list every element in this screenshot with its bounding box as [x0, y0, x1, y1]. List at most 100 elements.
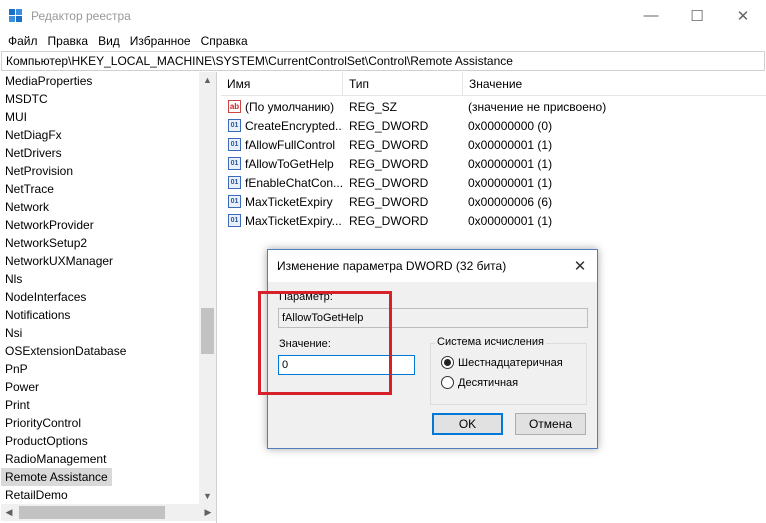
minimize-button[interactable]: — — [628, 0, 674, 31]
tree-item-label: NetworkSetup2 — [5, 236, 88, 250]
tree-item-label: NetworkUXManager — [5, 254, 114, 268]
column-data-header[interactable]: Значение — [463, 72, 753, 96]
tree-item-label: NetworkProvider — [5, 218, 94, 232]
base-groupbox: Система исчисления Шестнадцатеричная Дес… — [430, 336, 587, 405]
column-type-header[interactable]: Тип — [343, 71, 463, 96]
radio-checked-icon[interactable] — [441, 356, 454, 369]
minimize-icon: — — [643, 7, 659, 24]
tree-vertical-scroll-thumb[interactable] — [201, 308, 214, 354]
close-icon: ✕ — [736, 7, 750, 25]
binary-value-icon: 01 — [228, 119, 241, 132]
menu-favorites[interactable]: Избранное — [125, 34, 196, 48]
tree-item-label: Nls — [5, 272, 23, 286]
tree-horizontal-scroll-thumb[interactable] — [19, 506, 165, 519]
tree-item[interactable]: Remote Assistance — [1, 468, 199, 486]
value-row[interactable]: 01 fAllowToGetHelp REG_DWORD 0x00000001 (1) — [221, 154, 766, 173]
tree-item[interactable]: Nsi — [1, 324, 199, 342]
tree-item[interactable]: NetProvision — [1, 162, 199, 180]
value-data-cell: (значение не присвоено) — [468, 99, 607, 114]
value-name-cell: 01 MaxTicketExpiry — [221, 195, 343, 209]
value-name-cell: 01 fAllowToGetHelp — [221, 157, 343, 171]
cancel-button[interactable]: Отмена — [515, 413, 586, 435]
maximize-button[interactable]: ☐ — [674, 0, 720, 31]
value-name: (По умолчанию) — [245, 99, 335, 114]
binary-value-icon: 01 — [228, 214, 241, 227]
tree-item[interactable]: NetDrivers — [1, 144, 199, 162]
tree-item[interactable]: PriorityControl — [1, 414, 199, 432]
value-name-cell: 01 fAllowFullControl — [221, 138, 343, 152]
tree-vertical-scrollbar[interactable]: ▲ ▼ — [199, 72, 216, 504]
scroll-left-icon[interactable]: ◀ — [1, 504, 17, 521]
address-bar[interactable]: Компьютер\HKEY_LOCAL_MACHINE\SYSTEM\Curr… — [1, 51, 765, 71]
radio-decimal[interactable]: Десятичная — [441, 376, 518, 389]
menu-view[interactable]: Вид — [93, 34, 125, 48]
tree-item[interactable]: NodeInterfaces — [1, 288, 199, 306]
value-name: MaxTicketExpiry... — [245, 213, 342, 228]
tree-horizontal-scrollbar[interactable]: ◀ ▶ — [1, 504, 216, 521]
binary-value-icon: 01 — [228, 195, 241, 208]
radio-hexadecimal[interactable]: Шестнадцатеричная — [441, 356, 563, 369]
value-data-cell: 0x00000001 (1) — [468, 156, 553, 171]
tree-item[interactable]: RadioManagement — [1, 450, 199, 468]
menu-file[interactable]: Файл — [3, 34, 43, 48]
tree-item-label: NetDiagFx — [5, 128, 62, 142]
value-row[interactable]: 01 CreateEncrypted... REG_DWORD 0x00000000 … — [221, 116, 766, 135]
scroll-right-icon[interactable]: ▶ — [200, 504, 216, 521]
tree-item[interactable]: Nls — [1, 270, 199, 288]
tree-item-label: Print — [5, 398, 30, 412]
ok-button[interactable]: OK — [432, 413, 503, 435]
tree-item[interactable]: Notifications — [1, 306, 199, 324]
value-type-cell: REG_DWORD — [349, 175, 429, 190]
tree-item-label: PnP — [5, 362, 28, 376]
value-row[interactable]: 01 fAllowFullControl REG_DWORD 0x00000001 (… — [221, 135, 766, 154]
tree-item-label: NetTrace — [5, 182, 54, 196]
tree-item[interactable]: RetailDemo — [1, 486, 199, 504]
value-data-cell: 0x00000001 (1) — [468, 175, 553, 190]
scroll-up-icon[interactable]: ▲ — [199, 72, 216, 88]
tree-item[interactable]: MSDTC — [1, 90, 199, 108]
column-name-header[interactable]: Имя — [221, 71, 343, 96]
tree-item-label: Network — [5, 200, 50, 214]
value-name-cell: 01 MaxTicketExpiry... — [221, 214, 343, 228]
tree-item[interactable]: MUI — [1, 108, 199, 126]
base-group-label: Система исчисления — [435, 336, 546, 348]
tree-item[interactable]: OSExtensionDatabase — [1, 342, 199, 360]
value-name: MaxTicketExpiry — [245, 194, 333, 209]
menu-help[interactable]: Справка — [196, 34, 253, 48]
close-icon: ✕ — [573, 258, 587, 275]
scroll-down-icon[interactable]: ▼ — [199, 488, 216, 504]
value-row[interactable]: 01 MaxTicketExpiry... REG_DWORD 0x00000001 … — [221, 211, 766, 230]
tree-item-label: MUI — [5, 110, 27, 124]
tree-item[interactable]: PnP — [1, 360, 199, 378]
value-type-cell: REG_DWORD — [349, 156, 429, 171]
tree-item-label: PriorityControl — [5, 416, 82, 430]
value-rows: ab (По умолчанию) REG_SZ (значение не присв… — [221, 96, 766, 230]
value-name-cell: 01 fEnableChatCon... — [221, 176, 343, 190]
binary-value-icon: 01 — [228, 157, 241, 170]
tree-item[interactable]: NetworkProvider — [1, 216, 199, 234]
value-name: fEnableChatCon... — [245, 175, 343, 190]
tree-item[interactable]: Power — [1, 378, 199, 396]
menu-edit[interactable]: Правка — [43, 34, 94, 48]
value-row[interactable]: ab (По умолчанию) REG_SZ (значение не присв… — [221, 97, 766, 116]
tree-item[interactable]: NetDiagFx — [1, 126, 199, 144]
tree-item[interactable]: ProductOptions — [1, 432, 199, 450]
tree-item[interactable]: NetTrace — [1, 180, 199, 198]
radio-unchecked-icon[interactable] — [441, 376, 454, 389]
value-row[interactable]: 01 fEnableChatCon... REG_DWORD 0x00000001 (… — [221, 173, 766, 192]
tree-item[interactable]: Print — [1, 396, 199, 414]
string-value-icon: ab — [228, 100, 241, 113]
value-data-cell: 0x00000000 (0) — [468, 118, 553, 133]
title-bar: Редактор реестра — ☐ ✕ — [0, 0, 766, 31]
value-data-cell: 0x00000006 (6) — [468, 194, 553, 209]
binary-value-icon: 01 — [228, 176, 241, 189]
dialog-close-button[interactable]: ✕ — [563, 250, 597, 282]
tree-item[interactable]: Network — [1, 198, 199, 216]
tree-item[interactable]: NetworkUXManager — [1, 252, 199, 270]
tree-item-label: OSExtensionDatabase — [5, 344, 127, 358]
tree-item[interactable]: NetworkSetup2 — [1, 234, 199, 252]
tree-item[interactable]: MediaProperties — [1, 72, 199, 90]
value-name: fAllowFullControl — [245, 137, 336, 152]
value-row[interactable]: 01 MaxTicketExpiry REG_DWORD 0x00000006 (6) — [221, 192, 766, 211]
close-button[interactable]: ✕ — [720, 0, 766, 31]
